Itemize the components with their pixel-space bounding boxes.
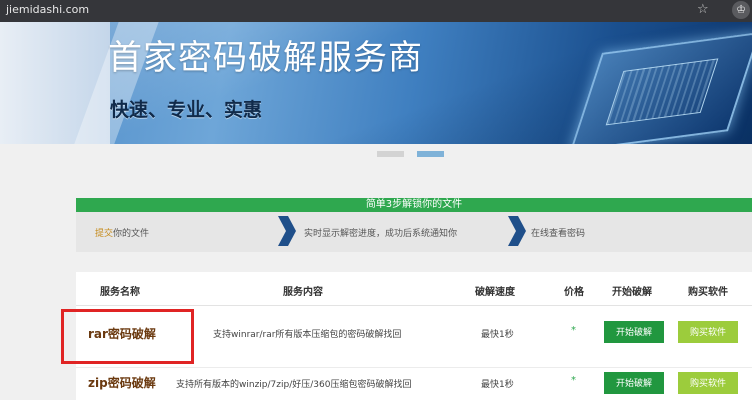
browser-address-bar[interactable]: jiemidashi.com ☆ ♔ <box>0 0 752 22</box>
circuit-chip-graphic <box>569 32 752 144</box>
service-price: * <box>571 375 576 386</box>
service-speed: 最快1秒 <box>481 330 514 340</box>
start-crack-button[interactable]: 开始破解 <box>604 372 664 394</box>
service-name[interactable]: zip密码破解 <box>88 374 156 391</box>
banner-title: 首家密码破解服务商 <box>108 38 423 78</box>
carousel-dot-2-active[interactable] <box>417 151 444 157</box>
table-row: zip密码破解 支持所有版本的winzip/7zip/好压/360压缩包密码破解… <box>76 368 752 400</box>
chip-core <box>605 58 719 126</box>
step-1-highlight: 提交 <box>95 229 114 239</box>
steps-panel: 简单3步解锁你的文件 提交你的文件 实时显示解密进度，成功后系统通知你 在线查看… <box>76 198 752 252</box>
url-text[interactable]: jiemidashi.com <box>6 3 89 16</box>
bookmark-star-icon[interactable]: ☆ <box>697 2 709 18</box>
extension-icon[interactable]: ♔ <box>732 1 750 19</box>
header-price: 价格 <box>564 287 584 298</box>
chevron-right-icon <box>508 216 526 246</box>
red-highlight-annotation <box>61 309 194 364</box>
service-content: 支持winrar/rar所有版本压缩包的密码破解找回 <box>213 330 402 340</box>
chevron-right-icon <box>278 216 296 246</box>
header-buy: 购买软件 <box>688 287 728 298</box>
header-start: 开始破解 <box>612 287 652 298</box>
buy-software-button[interactable]: 购买软件 <box>678 321 738 343</box>
step-2: 实时显示解密进度，成功后系统通知你 <box>304 229 458 239</box>
step-1: 提交你的文件 <box>95 226 149 239</box>
header-service-name: 服务名称 <box>100 287 140 298</box>
header-speed: 破解速度 <box>475 287 515 298</box>
service-speed: 最快1秒 <box>481 380 514 390</box>
step-1-text: 你的文件 <box>113 229 150 239</box>
steps-header: 简单3步解锁你的文件 <box>76 198 752 212</box>
hero-banner: 首家密码破解服务商 快速、专业、实惠 <box>0 22 752 144</box>
step-3: 在线查看密码 <box>531 229 586 239</box>
buy-software-button[interactable]: 购买软件 <box>678 372 738 394</box>
service-content: 支持所有版本的winzip/7zip/好压/360压缩包密码破解找回 <box>176 380 412 390</box>
header-service-content: 服务内容 <box>283 287 323 298</box>
banner-subtitle: 快速、专业、实惠 <box>110 99 263 121</box>
service-price: * <box>571 325 576 336</box>
carousel-dot-1[interactable] <box>377 151 404 157</box>
start-crack-button[interactable]: 开始破解 <box>604 321 664 343</box>
table-header-row: 服务名称 服务内容 破解速度 价格 开始破解 购买软件 <box>76 272 752 306</box>
